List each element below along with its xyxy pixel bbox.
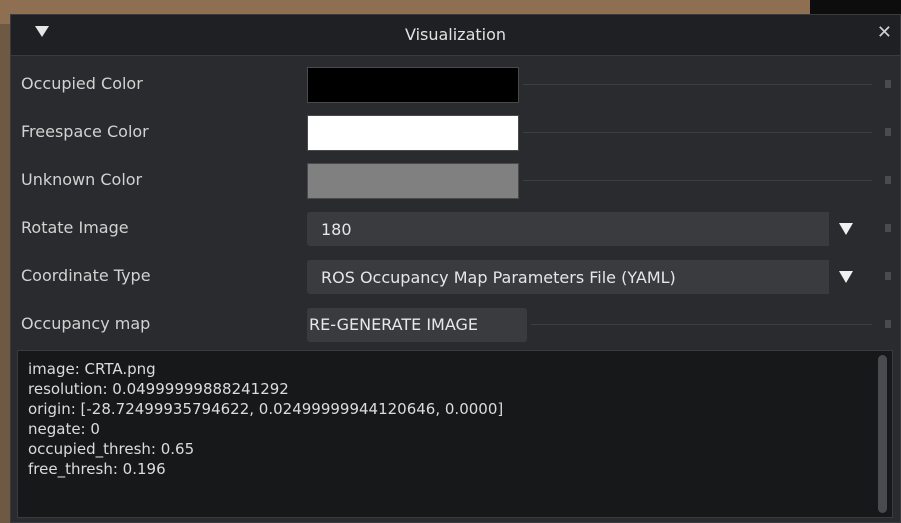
- coordinate-type-select[interactable]: ROS Occupancy Map Parameters File (YAML): [307, 260, 863, 294]
- yaml-line-resolution: resolution: 0.04999999888241292: [28, 380, 289, 398]
- row-handle: [885, 320, 891, 328]
- coordinate-type-label: Coordinate Type: [21, 266, 151, 285]
- freespace-color-label: Freespace Color: [21, 122, 149, 141]
- row-divider: [523, 132, 872, 133]
- rotate-image-label: Rotate Image: [21, 218, 129, 237]
- yaml-line-image: image: CRTA.png: [28, 360, 156, 378]
- freespace-color-swatch[interactable]: [307, 115, 519, 151]
- occupancy-map-label: Occupancy map: [21, 314, 151, 333]
- row-occupancy-map: Occupancy map RE-GENERATE IMAGE: [11, 301, 900, 349]
- regenerate-image-button[interactable]: RE-GENERATE IMAGE: [307, 308, 527, 342]
- yaml-text: image: CRTA.png resolution: 0.0499999988…: [28, 359, 503, 479]
- row-handle: [885, 80, 891, 88]
- rotate-image-select[interactable]: 180: [307, 212, 863, 246]
- row-coordinate-type: Coordinate Type ROS Occupancy Map Parame…: [11, 253, 900, 301]
- rotate-image-value: 180: [321, 220, 352, 239]
- coordinate-type-value: ROS Occupancy Map Parameters File (YAML): [321, 268, 676, 287]
- occupied-color-swatch[interactable]: [307, 67, 519, 103]
- unknown-color-swatch[interactable]: [307, 163, 519, 199]
- occupied-color-label: Occupied Color: [21, 74, 143, 93]
- row-divider: [523, 84, 872, 85]
- background-viewport-left: [0, 24, 10, 523]
- row-handle: [885, 128, 891, 136]
- panel-titlebar: Visualization ✕: [11, 15, 900, 56]
- row-divider: [531, 324, 872, 325]
- dropdown-arrow-icon[interactable]: [829, 260, 863, 294]
- row-unknown-color: Unknown Color: [11, 157, 900, 205]
- yaml-line-negate: negate: 0: [28, 420, 100, 438]
- close-icon[interactable]: ✕: [877, 23, 892, 43]
- row-handle: [885, 272, 891, 280]
- vertical-scrollbar[interactable]: [878, 355, 887, 513]
- dropdown-arrow-icon[interactable]: [829, 212, 863, 246]
- visualization-panel: Visualization ✕ Occupied Color Freespace…: [10, 14, 901, 523]
- yaml-line-occupied-thresh: occupied_thresh: 0.65: [28, 440, 195, 458]
- yaml-line-origin: origin: [-28.72499935794622, 0.024999999…: [28, 400, 504, 418]
- panel-title: Visualization: [404, 25, 507, 44]
- unknown-color-label: Unknown Color: [21, 170, 143, 189]
- row-divider: [523, 180, 872, 181]
- row-occupied-color: Occupied Color: [11, 61, 900, 109]
- row-handle: [885, 224, 891, 232]
- row-handle: [885, 176, 891, 184]
- row-rotate-image: Rotate Image 180: [11, 205, 900, 253]
- row-freespace-color: Freespace Color: [11, 109, 900, 157]
- yaml-line-free-thresh: free_thresh: 0.196: [28, 460, 166, 478]
- yaml-output-textbox[interactable]: image: CRTA.png resolution: 0.0499999988…: [17, 350, 893, 518]
